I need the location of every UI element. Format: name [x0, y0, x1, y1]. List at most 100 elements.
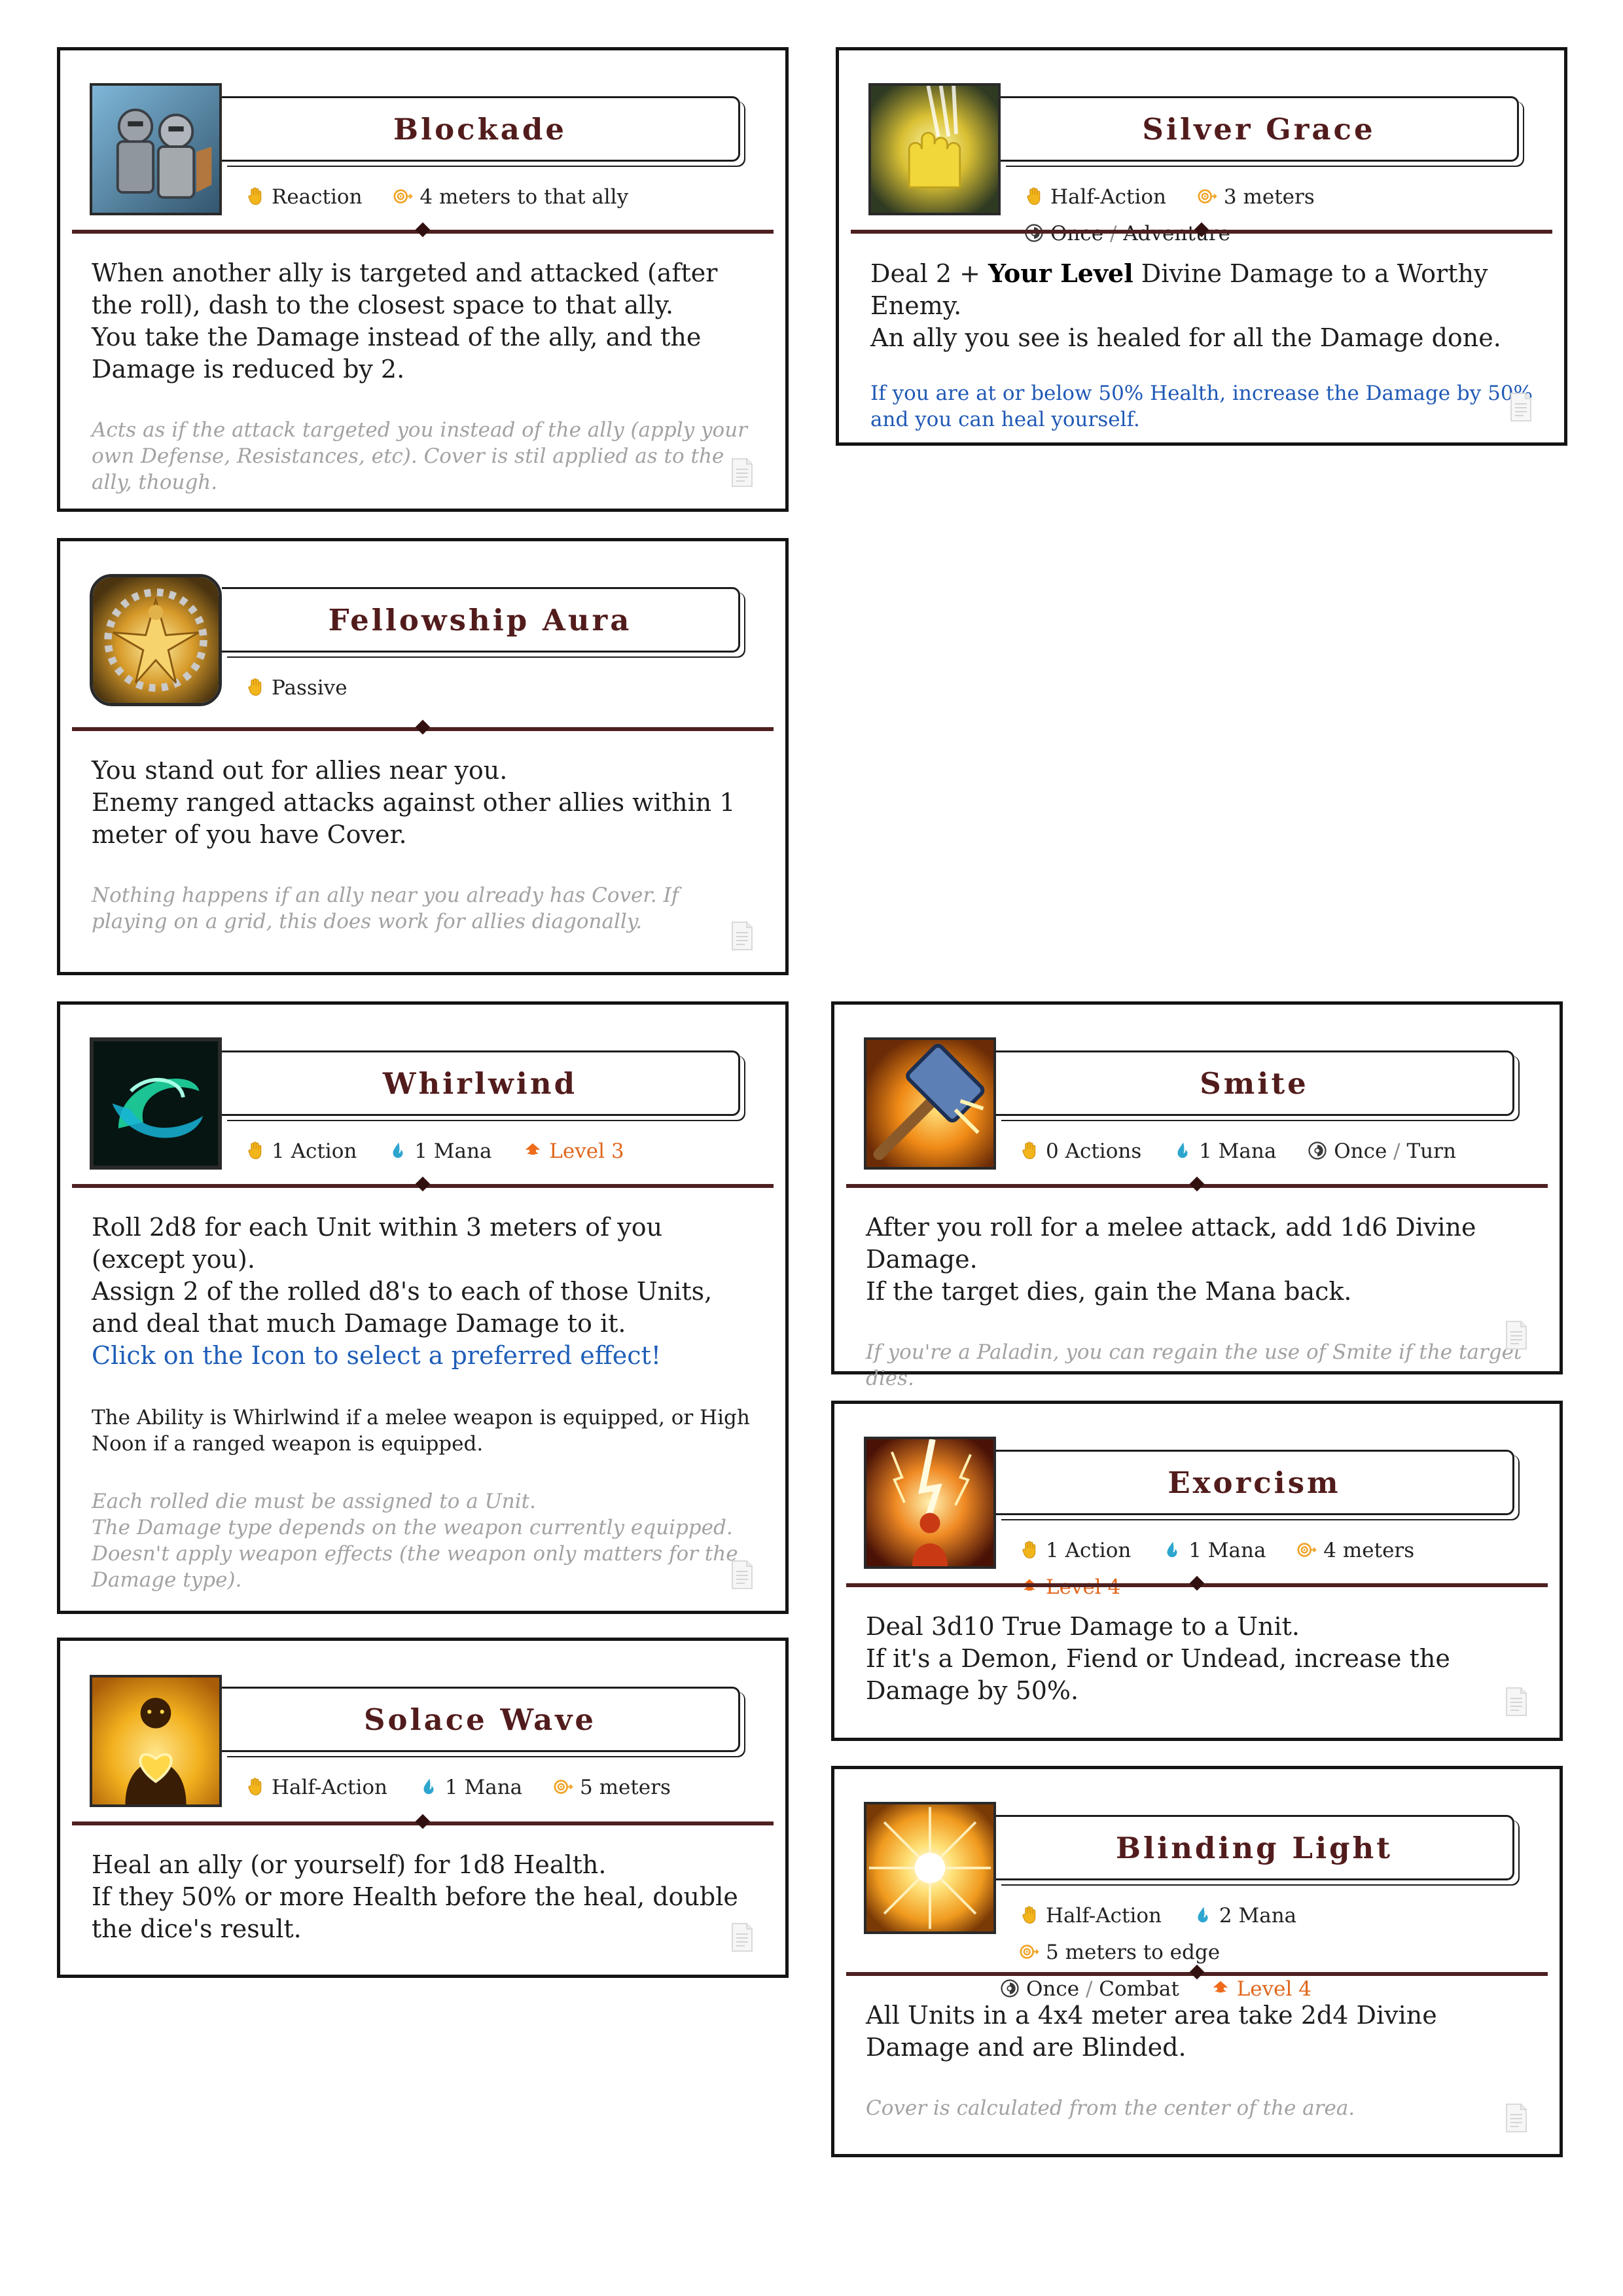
level-label: Level 3 [549, 1139, 624, 1163]
card-meta-row: 1 Action 1 Mana 4 meters Level 4 [1020, 1532, 1540, 1605]
mana-cost-label: 1 Mana [444, 1776, 523, 1799]
ability-cards-page: { "icon_names": { "action": "hand-icon",… [0, 0, 1623, 2296]
document-icon[interactable] [730, 1922, 754, 1952]
action-cost-label: 1 Action [1046, 1539, 1132, 1562]
document-icon[interactable] [730, 1560, 754, 1590]
range-label: 5 meters [580, 1776, 671, 1799]
range-label: 4 meters to that ally [419, 185, 629, 209]
hand-icon [1020, 1540, 1039, 1560]
body-text-part: Deal 2 + [870, 259, 989, 288]
range-tag: 4 meters [1297, 1532, 1414, 1569]
level-label: Level 4 [1236, 1977, 1311, 2001]
card-title: Blinding Light [1115, 1830, 1393, 1865]
ability-card-fellowship-aura: Fellowship Aura Passive You stand out fo… [57, 538, 789, 975]
action-cost-label: Reaction [272, 185, 363, 209]
body-text: If the target dies, gain the Mana back. [866, 1277, 1352, 1306]
card-title: Exorcism [1168, 1465, 1341, 1500]
weapon-variant-text: The Ability is Whirlwind if a melee weap… [92, 1406, 750, 1456]
range-tag: 5 meters [554, 1769, 671, 1806]
card-body: Roll 2d8 for each Unit within 3 meters o… [92, 1211, 754, 1593]
solace-wave-art-icon[interactable] [90, 1675, 222, 1807]
card-title: Fellowship Aura [328, 602, 632, 637]
body-text: Deal 3d10 True Damage to a Unit. [866, 1612, 1300, 1641]
mana-drop-icon [1173, 1141, 1192, 1160]
smite-art-icon[interactable] [864, 1037, 996, 1170]
action-cost-tag: 0 Actions [1020, 1133, 1141, 1170]
card-note: Cover is calculated from the center of t… [866, 2096, 1355, 2120]
body-text: You take the Damage instead of the ally,… [92, 323, 702, 384]
ability-card-exorcism: Exorcism 1 Action 1 Mana 4 meters Level … [831, 1401, 1563, 1741]
document-icon[interactable] [1509, 392, 1533, 422]
body-text: Deal 2 + Your Level Divine Damage to a W… [870, 257, 1533, 322]
card-divider [72, 727, 774, 731]
silver-grace-art-icon[interactable] [868, 83, 1001, 215]
body-text: When another ally is targeted and attack… [92, 259, 718, 319]
whirlwind-art-icon[interactable] [90, 1037, 222, 1170]
action-cost-tag: Half-Action [245, 1769, 387, 1806]
body-text: All Units in a 4x4 meter area take 2d4 D… [866, 2001, 1437, 2062]
card-note: Acts as if the attack targeted you inste… [92, 418, 747, 494]
range-label: 5 meters to edge [1046, 1941, 1221, 1964]
body-text: Assign 2 of the rolled d8's to each of t… [92, 1277, 713, 1338]
card-note-line: Each rolled die must be assigned to a Un… [92, 1490, 536, 1513]
document-icon[interactable] [1505, 2103, 1528, 2133]
hand-icon [1020, 1141, 1039, 1160]
card-note: If you're a Paladin, you can regain the … [866, 1340, 1522, 1390]
mana-drop-icon [419, 1777, 438, 1797]
card-body: Deal 3d10 True Damage to a Unit. If it's… [866, 1611, 1528, 1707]
mana-cost-label: 1 Mana [414, 1139, 492, 1163]
card-meta-row: 0 Actions 1 Mana Once / Turn [1020, 1133, 1540, 1170]
ability-card-silver-grace: Silver Grace Half-Action 3 meters Once /… [836, 47, 1567, 446]
action-cost-label: Half-Action [1046, 1904, 1162, 1928]
body-text: Roll 2d8 for each Unit within 3 meters o… [92, 1213, 663, 1274]
ability-card-blockade: Blockade Reaction 4 meters to that ally … [57, 47, 789, 512]
fellowship-aura-art-icon[interactable] [90, 574, 222, 706]
range-target-icon [1198, 187, 1217, 206]
conditional-effect-text: If you are at or below 50% Health, incre… [870, 382, 1533, 431]
hand-icon [1020, 1905, 1039, 1925]
action-cost-tag: Half-Action [1024, 179, 1166, 215]
level-up-icon [523, 1141, 543, 1160]
your-level-keyword: Your Level [988, 259, 1133, 288]
card-title-banner: Blockade [222, 96, 740, 162]
card-title: Whirlwind [382, 1066, 578, 1101]
range-target-icon [1020, 1942, 1039, 1962]
mana-cost-tag: 1 Mana [1162, 1532, 1266, 1569]
card-meta-row: Reaction 4 meters to that ally [245, 179, 766, 215]
mana-cost-label: 1 Mana [1199, 1139, 1277, 1163]
usage-limit-icon [1000, 1979, 1020, 1998]
document-icon[interactable] [730, 921, 754, 951]
card-title-banner: Smite [996, 1050, 1514, 1116]
document-icon[interactable] [730, 457, 754, 488]
hand-icon [245, 1777, 265, 1797]
card-divider [846, 1583, 1548, 1587]
blinding-light-art-icon[interactable] [864, 1802, 996, 1934]
document-icon[interactable] [1505, 1687, 1528, 1717]
usage-separator: / [1393, 1139, 1400, 1163]
card-meta-row: Passive [245, 670, 766, 706]
select-effect-link[interactable]: Click on the Icon to select a preferred … [92, 1340, 754, 1372]
card-title-banner: Blinding Light [996, 1815, 1514, 1880]
usage-period: Combat [1099, 1977, 1179, 2001]
mana-drop-icon [1162, 1540, 1182, 1560]
card-note: Nothing happens if an ally near you alre… [92, 884, 679, 933]
card-divider [851, 230, 1552, 234]
blockade-art-icon[interactable] [90, 83, 222, 215]
card-title-banner: Silver Grace [1001, 96, 1519, 162]
usage-count: Once [1050, 222, 1104, 245]
exorcism-art-icon[interactable] [864, 1437, 996, 1569]
mana-cost-tag: 1 Mana [1173, 1133, 1276, 1170]
body-text: You stand out for allies near you. [92, 756, 508, 785]
card-body: Deal 2 + Your Level Divine Damage to a W… [870, 257, 1533, 433]
card-body: Heal an ally (or yourself) for 1d8 Healt… [92, 1849, 754, 1945]
range-tag: 4 meters to that ally [393, 179, 628, 215]
card-title: Blockade [393, 111, 567, 147]
usage-period: Turn [1406, 1139, 1456, 1163]
level-up-icon [1211, 1979, 1230, 1998]
document-icon[interactable] [1505, 1320, 1528, 1350]
usage-separator: / [1085, 1977, 1093, 2001]
action-cost-tag: Reaction [245, 179, 363, 215]
card-meta-row: Half-Action 3 meters Once / Adventure [1024, 179, 1544, 252]
range-label: 4 meters [1323, 1539, 1415, 1562]
card-body: All Units in a 4x4 meter area take 2d4 D… [866, 2000, 1528, 2121]
